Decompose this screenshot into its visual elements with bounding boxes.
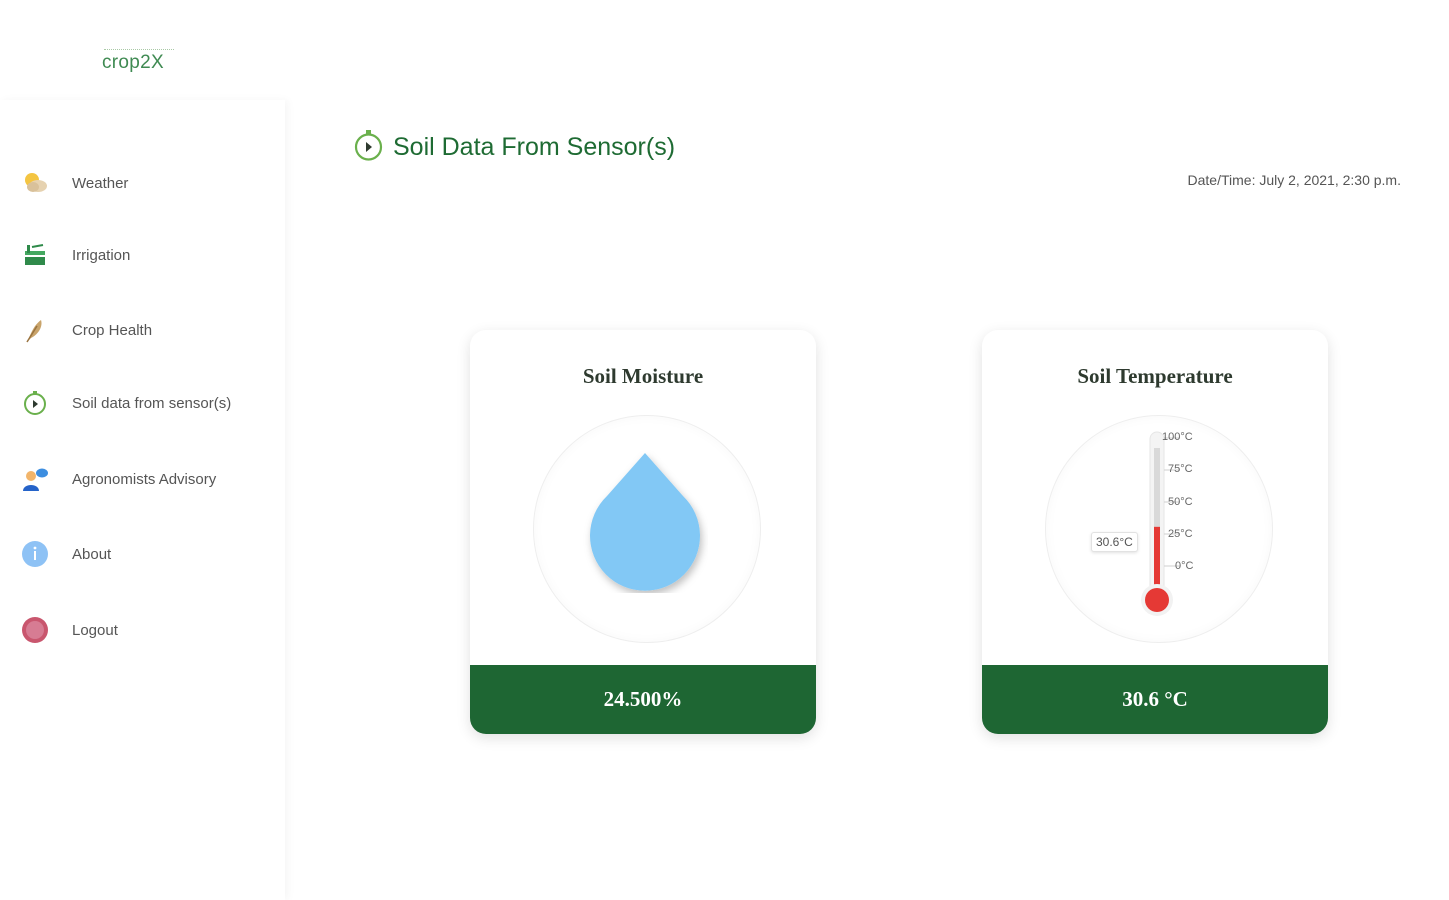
moisture-value: 24.500% <box>470 665 816 734</box>
page-title-text: Soil Data From Sensor(s) <box>393 132 676 161</box>
sidebar-item-label: About <box>72 545 112 563</box>
sidebar-item-label: Irrigation <box>72 246 131 264</box>
temperature-value: 30.6 °C <box>982 665 1328 734</box>
scale-label-0: 0°C <box>1175 560 1194 572</box>
sidebar-item-crop-health[interactable]: Crop Health <box>20 313 280 347</box>
irrigation-icon <box>20 240 50 270</box>
sidebar-item-soil-data[interactable]: Soil data from sensor(s) <box>20 386 280 420</box>
sidebar-item-about[interactable]: About <box>20 537 280 571</box>
scale-label-25: 25°C <box>1168 528 1193 540</box>
sidebar-item-agronomists-advisory[interactable]: Agronomists Advisory <box>20 462 280 496</box>
scale-label-75: 75°C <box>1168 463 1193 475</box>
sidebar-item-label: Soil data from sensor(s) <box>72 394 232 412</box>
sidebar-item-label: Weather <box>72 174 129 192</box>
weather-icon <box>20 168 50 198</box>
sidebar-item-label: Crop Health <box>72 321 153 339</box>
soil-moisture-card: Soil Moisture 24.500% <box>470 330 816 734</box>
scale-label-50: 50°C <box>1168 496 1193 508</box>
sidebar-item-label: Agronomists Advisory <box>72 470 217 488</box>
app-logo[interactable]: crop2X <box>102 52 164 74</box>
crop-health-icon <box>20 315 50 345</box>
sidebar-item-logout[interactable]: Logout <box>20 613 280 647</box>
scale-label-100: 100°C <box>1162 431 1193 443</box>
sidebar-item-weather[interactable]: Weather <box>20 166 280 200</box>
soil-temperature-card: Soil Temperature 100°C 75°C 50°C 25°C 0°… <box>982 330 1328 734</box>
water-drop-icon <box>590 453 700 591</box>
sidebar-item-label: Logout <box>72 621 118 639</box>
datetime-stamp: Date/Time: July 2, 2021, 2:30 p.m. <box>1187 172 1401 188</box>
temperature-reading-tag: 30.6°C <box>1091 532 1138 552</box>
advisor-icon <box>20 464 50 494</box>
card-title: Soil Temperature <box>1077 364 1233 388</box>
thermometer-icon <box>1141 431 1180 616</box>
page-title: Soil Data From Sensor(s) <box>353 128 676 167</box>
sensor-clock-icon <box>353 128 384 167</box>
logout-icon <box>20 615 50 645</box>
card-title: Soil Moisture <box>582 364 704 388</box>
info-icon <box>20 539 50 569</box>
sidebar: Weather Irrigation Crop Health Soil data… <box>0 100 285 900</box>
sensor-clock-icon <box>20 388 50 418</box>
sidebar-item-irrigation[interactable]: Irrigation <box>20 238 280 272</box>
